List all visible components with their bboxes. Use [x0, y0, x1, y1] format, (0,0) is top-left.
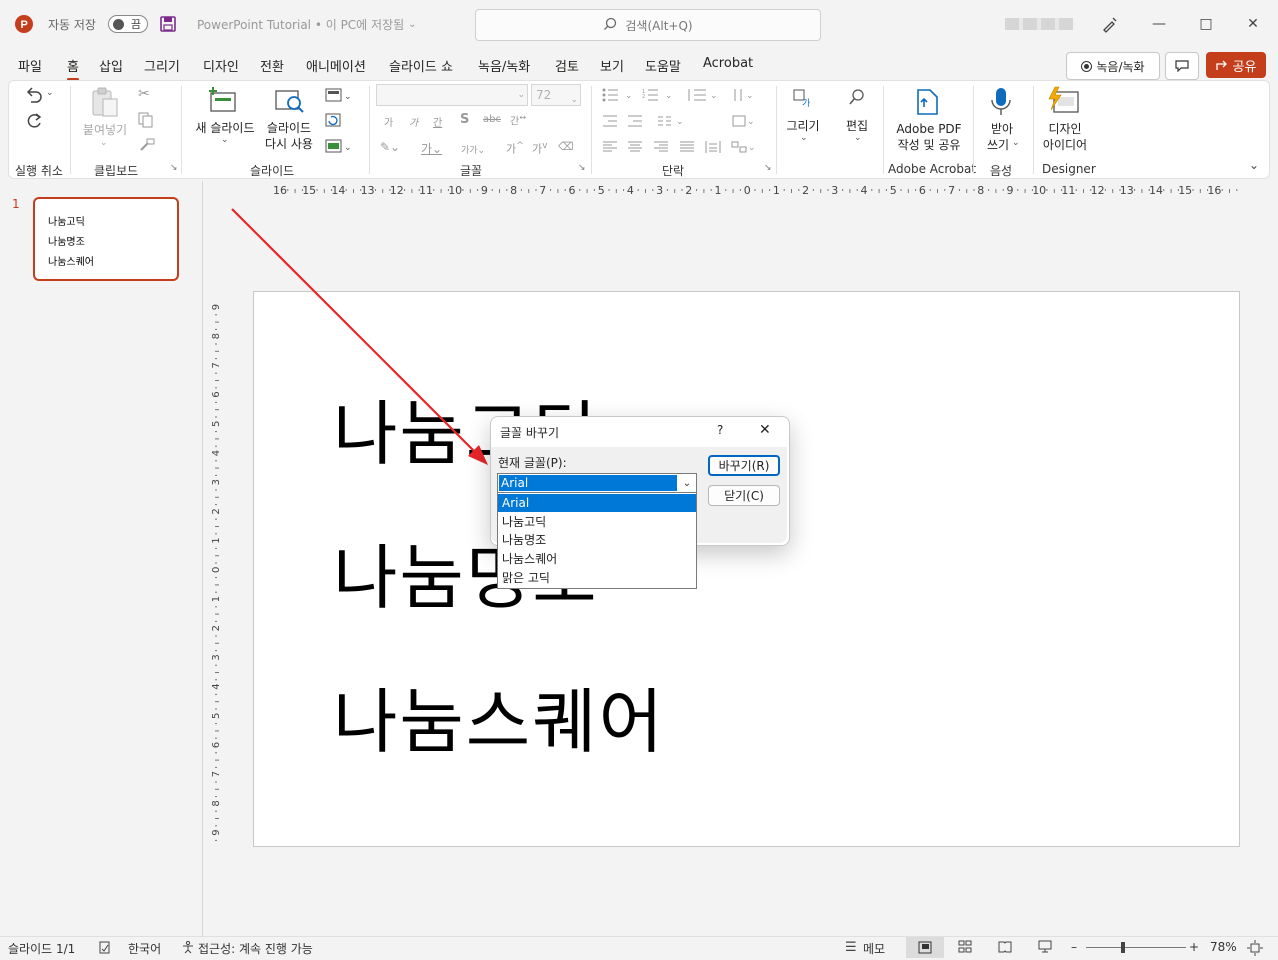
accessibility-status[interactable]: 접근성: 계속 진행 가능 [198, 940, 313, 957]
zoom-in-button[interactable]: + [1189, 940, 1199, 954]
notes-button[interactable]: 메모 [863, 940, 885, 957]
slide-count[interactable]: 슬라이드 1/1 [8, 940, 75, 957]
font-option[interactable]: 맑은 고딕 [498, 569, 696, 587]
slide-sorter-icon[interactable] [958, 940, 972, 957]
accessibility-icon[interactable] [181, 940, 195, 958]
font-dropdown-list: Arial 나눔고딕 나눔명조 나눔스퀘어 맑은 고딕 [497, 492, 697, 589]
reading-view-icon[interactable] [998, 940, 1012, 957]
chevron-down-icon[interactable]: ⌄ [678, 474, 696, 492]
zoom-slider-thumb[interactable] [1121, 942, 1125, 953]
close-dialog-button[interactable]: 닫기(C) [708, 485, 780, 506]
dialog-title: 글꼴 바꾸기 [500, 426, 560, 440]
normal-view-icon [918, 941, 932, 954]
slideshow-view-icon[interactable] [1038, 940, 1052, 957]
help-button[interactable]: ? [717, 423, 723, 437]
fit-to-window-icon[interactable] [1247, 940, 1263, 960]
current-font-combo[interactable]: Arial ⌄ [497, 473, 697, 493]
notes-icon[interactable]: ☰ [845, 940, 857, 955]
font-option[interactable]: 나눔명조 [498, 531, 696, 549]
language[interactable]: 한국어 [128, 940, 161, 957]
current-font-value: Arial [499, 475, 677, 491]
spellcheck-icon[interactable] [98, 940, 112, 958]
current-font-label: 현재 글꼴(P): [498, 456, 567, 470]
font-option[interactable]: 나눔스퀘어 [498, 550, 696, 568]
font-option[interactable]: 나눔고딕 [498, 513, 696, 531]
zoom-level[interactable]: 78% [1210, 940, 1237, 954]
dialog-close-button[interactable]: ✕ [759, 422, 771, 438]
font-option[interactable]: Arial [498, 494, 696, 512]
zoom-out-button[interactable]: – [1071, 940, 1077, 954]
replace-button[interactable]: 바꾸기(R) [708, 455, 780, 476]
zoom-slider-track[interactable] [1086, 947, 1186, 948]
dialog-titlebar: 글꼴 바꾸기 ? ✕ [491, 417, 787, 447]
normal-view-button[interactable] [906, 937, 944, 958]
